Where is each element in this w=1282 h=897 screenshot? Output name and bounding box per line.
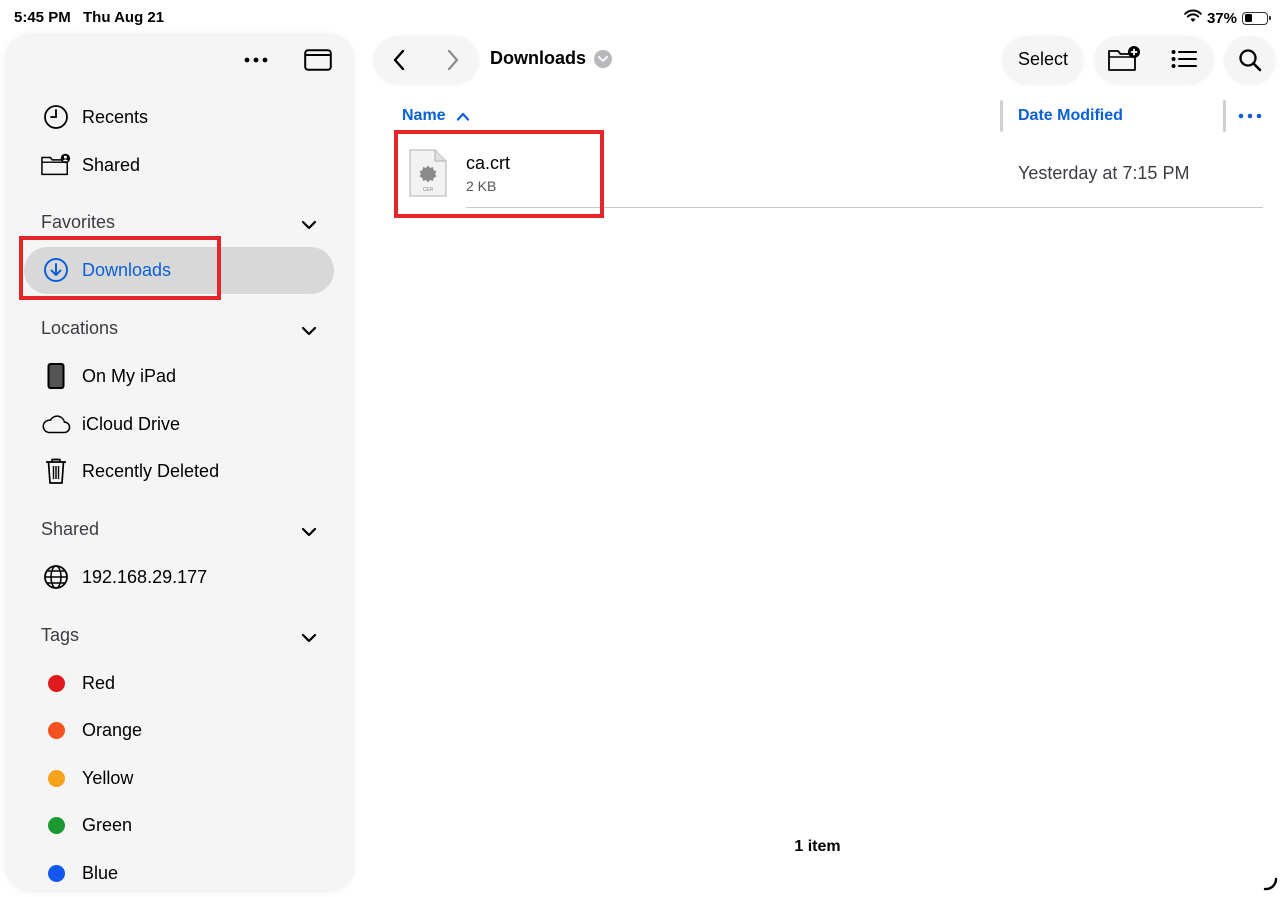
forward-button[interactable] [428, 36, 478, 83]
ellipsis-icon [244, 57, 268, 63]
shared-folder-icon [41, 150, 71, 180]
section-header-favorites[interactable]: Favorites [7, 208, 352, 238]
section-header-locations[interactable]: Locations [7, 314, 352, 344]
status-time: 5:45 PM [14, 9, 71, 26]
sidebar-icon [304, 49, 332, 71]
chevron-down-icon [301, 214, 317, 235]
select-button[interactable]: Select [1003, 36, 1083, 83]
sidebar-item-label: Shared [82, 154, 141, 175]
sidebar-item-label: On My iPad [82, 365, 177, 386]
section-title: Shared [41, 519, 100, 539]
sidebar-item-label: Green [82, 814, 133, 835]
section-title: Favorites [41, 212, 116, 232]
section-header-shared[interactable]: Shared [7, 515, 352, 545]
select-label: Select [1017, 49, 1069, 69]
annotation-highlight-downloads [19, 236, 221, 300]
section-title: Tags [41, 625, 80, 645]
sidebar-item-recents[interactable]: Recents [7, 95, 352, 139]
sidebar-item-tag-yellow[interactable]: Yellow [7, 756, 352, 800]
back-button[interactable] [374, 36, 424, 83]
battery-icon [1242, 11, 1271, 25]
section-title: Locations [41, 318, 119, 338]
sidebar-item-label: Red [82, 672, 116, 693]
item-count: 1 item [794, 838, 841, 855]
cloud-icon [41, 409, 71, 439]
scroll-indicator-icon [1262, 876, 1278, 897]
chevron-down-icon [594, 49, 613, 68]
sidebar-item-recently-deleted[interactable]: Recently Deleted [7, 449, 352, 493]
list-view-icon[interactable] [1171, 49, 1197, 74]
wifi-icon [1184, 9, 1202, 27]
sidebar-item-tag-blue[interactable]: Blue [7, 851, 352, 890]
search-icon [1239, 48, 1262, 71]
tag-dot-icon [41, 858, 71, 888]
sidebar-item-label: Yellow [82, 767, 134, 788]
column-separator[interactable] [1000, 100, 1003, 132]
search-button[interactable] [1225, 36, 1275, 83]
page-title: Downloads [490, 48, 587, 68]
globe-icon [41, 562, 71, 592]
column-options-button[interactable] [1238, 106, 1262, 124]
sidebar-item-icloud-drive[interactable]: iCloud Drive [7, 402, 352, 446]
column-separator[interactable] [1223, 100, 1226, 132]
section-header-tags[interactable]: Tags [7, 621, 352, 651]
tag-dot-icon [41, 715, 71, 745]
sidebar: Recents Shared Favorites Downloads Locat… [7, 36, 352, 890]
chevron-left-icon [393, 49, 405, 70]
chevron-down-icon [301, 627, 317, 648]
sidebar-item-tag-orange[interactable]: Orange [7, 708, 352, 752]
sort-ascending-icon [456, 112, 469, 121]
sidebar-item-on-my-ipad[interactable]: On My iPad [7, 354, 352, 398]
sidebar-item-label: Recently Deleted [82, 460, 220, 481]
status-bar: 5:45 PM Thu Aug 21 37% [0, 0, 1282, 34]
sidebar-item-tag-red[interactable]: Red [7, 661, 352, 705]
tag-dot-icon [41, 668, 71, 698]
status-date: Thu Aug 21 [83, 9, 165, 26]
file-date-modified: Yesterday at 7:15 PM [1018, 163, 1190, 183]
chevron-right-icon [447, 49, 459, 70]
clock-icon [41, 102, 71, 132]
new-folder-icon[interactable] [1107, 46, 1141, 77]
sidebar-item-label: Recents [82, 106, 149, 127]
column-label: Name [402, 107, 446, 124]
column-label: Date Modified [1018, 107, 1123, 124]
ipad-icon [41, 361, 71, 391]
status-right: 37% [1184, 9, 1271, 27]
sidebar-item-label: Orange [82, 719, 143, 740]
sidebar-item-shared[interactable]: Shared [7, 143, 352, 187]
column-header-date-modified[interactable]: Date Modified [1018, 107, 1123, 125]
sidebar-item-network-share[interactable]: 192.168.29.177 [7, 555, 352, 599]
toolbar-actions-group [1095, 36, 1213, 83]
tag-dot-icon [41, 763, 71, 793]
sidebar-item-label: Blue [82, 862, 119, 883]
navigation-pill [374, 36, 478, 83]
battery-percent: 37% [1206, 9, 1237, 27]
ellipsis-icon [1238, 113, 1262, 119]
sidebar-item-label: 192.168.29.177 [82, 566, 208, 587]
trash-icon [41, 456, 71, 486]
folder-title-menu[interactable]: Downloads [490, 48, 613, 69]
chevron-down-icon [301, 521, 317, 542]
column-header-name[interactable]: Name [402, 107, 470, 125]
sidebar-toggle-button[interactable] [298, 46, 338, 74]
chevron-down-icon [301, 320, 317, 341]
more-options-button[interactable] [236, 46, 276, 74]
sidebar-item-label: iCloud Drive [82, 413, 181, 434]
tag-dot-icon [41, 810, 71, 840]
annotation-highlight-file [394, 130, 604, 218]
